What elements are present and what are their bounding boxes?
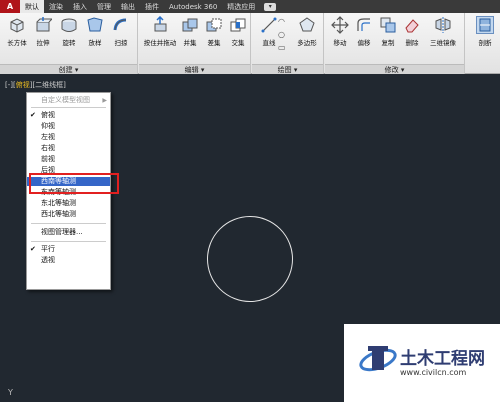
highlight-box	[29, 173, 119, 194]
panel-create: 长方体 拉伸 旋转 放样 扫掠 创建 ▾	[0, 13, 138, 74]
panel-modify: 移动 偏移 复制 删除 三维镜像 修改 ▾	[325, 13, 465, 74]
box-tool[interactable]: 长方体	[4, 16, 30, 47]
menu-separator	[31, 107, 106, 108]
tab-manage[interactable]: 管理	[92, 0, 116, 13]
tab-output[interactable]: 输出	[116, 0, 140, 13]
sweep-icon	[112, 16, 130, 34]
panel-draw: 直线 ◠ ○ ▭ 多边形 绘图 ▾	[252, 13, 324, 74]
menu-item-front[interactable]: 前视	[27, 155, 110, 164]
move-icon	[331, 16, 349, 34]
polygon-tool[interactable]: 多边形	[292, 16, 322, 47]
panel-modify-title[interactable]: 修改 ▾	[325, 64, 464, 74]
ribbon-options-icon[interactable]: ▾	[264, 2, 277, 11]
ucs-y-axis-label: Y	[8, 388, 13, 397]
revolve-tool[interactable]: 旋转	[56, 16, 82, 47]
menu-separator	[31, 241, 106, 242]
menu-item-nw-isometric[interactable]: 西北等轴测	[27, 210, 110, 219]
intersect-icon	[229, 16, 247, 34]
menu-item-parallel[interactable]: ✔ 平行	[27, 245, 110, 254]
tab-plugins[interactable]: 插件	[140, 0, 164, 13]
arc-icon[interactable]: ◠	[278, 17, 285, 26]
sweep-tool[interactable]: 扫掠	[108, 16, 134, 47]
copy-tool[interactable]: 复制	[375, 16, 401, 47]
move-tool[interactable]: 移动	[327, 16, 353, 47]
tab-insert[interactable]: 插入	[68, 0, 92, 13]
section-icon	[476, 16, 494, 34]
panel-create-title[interactable]: 创建 ▾	[0, 64, 137, 74]
application-button[interactable]: A	[0, 0, 20, 13]
tab-default[interactable]: 默认	[20, 0, 44, 13]
mirror3d-tool[interactable]: 三维镜像	[425, 16, 461, 47]
union-tool[interactable]: 并集	[177, 16, 203, 47]
circle-small-icon[interactable]: ○	[278, 30, 285, 39]
offset-icon	[355, 16, 373, 34]
menu-item-view-manager[interactable]: 视图管理器...	[27, 228, 110, 237]
subtract-tool[interactable]: 差集	[201, 16, 227, 47]
panel-edit: 按住并拖动 并集 差集 交集 编辑 ▾	[139, 13, 251, 74]
submenu-arrow-icon: ▶	[102, 97, 107, 104]
menu-separator	[31, 223, 106, 224]
polygon-icon	[298, 16, 316, 34]
tab-render[interactable]: 渲染	[44, 0, 68, 13]
menu-item-right[interactable]: 右视	[27, 144, 110, 153]
drawn-circle[interactable]	[207, 216, 293, 302]
menu-item-top[interactable]: ✔ 俯视	[27, 111, 110, 120]
check-icon: ✔	[30, 245, 36, 253]
erase-icon	[403, 16, 421, 34]
line-icon	[260, 16, 278, 34]
menu-item-custom-views[interactable]: 自定义模型视图 ▶	[27, 96, 110, 105]
copy-icon	[379, 16, 397, 34]
watermark: 土木工程网 www.civilcn.com	[344, 324, 500, 402]
menu-item-perspective[interactable]: 透视	[27, 256, 110, 265]
view-control[interactable]: 俯视	[16, 81, 30, 89]
loft-tool[interactable]: 放样	[82, 16, 108, 47]
offset-tool[interactable]: 偏移	[351, 16, 377, 47]
section-tool[interactable]: 剖断	[472, 16, 498, 47]
panel-draw-title[interactable]: 绘图 ▾	[252, 64, 323, 74]
viewport-controls-label[interactable]: [-][俯视][二维线框]	[5, 80, 66, 90]
union-icon	[181, 16, 199, 34]
menu-item-bottom[interactable]: 仰视	[27, 122, 110, 131]
revolve-icon	[60, 16, 78, 34]
panel-edit-title[interactable]: 编辑 ▾	[139, 64, 250, 74]
menu-bar: A 默认 渲染 插入 管理 输出 插件 Autodesk 360 精选应用 ▾	[0, 0, 500, 13]
box-icon	[8, 16, 26, 34]
check-icon: ✔	[30, 111, 36, 119]
menu-item-ne-isometric[interactable]: 东北等轴测	[27, 199, 110, 208]
rectangle-small-icon[interactable]: ▭	[278, 43, 286, 52]
presspull-tool[interactable]: 按住并拖动	[143, 16, 177, 47]
extrude-tool[interactable]: 拉伸	[30, 16, 56, 47]
subtract-icon	[205, 16, 223, 34]
watermark-logo-icon	[359, 346, 397, 372]
tab-autodesk-360[interactable]: Autodesk 360	[164, 0, 222, 13]
menu-item-left[interactable]: 左视	[27, 133, 110, 142]
intersect-tool[interactable]: 交集	[225, 16, 251, 47]
ribbon: 长方体 拉伸 旋转 放样 扫掠 创建 ▾ 按住并拖动 并集 差集 交集 编辑 ▾…	[0, 13, 500, 74]
extrude-icon	[34, 16, 52, 34]
mirror3d-icon	[434, 16, 452, 34]
presspull-icon	[151, 16, 169, 34]
tab-featured-apps[interactable]: 精选应用	[222, 0, 260, 13]
erase-tool[interactable]: 删除	[399, 16, 425, 47]
loft-icon	[86, 16, 104, 34]
